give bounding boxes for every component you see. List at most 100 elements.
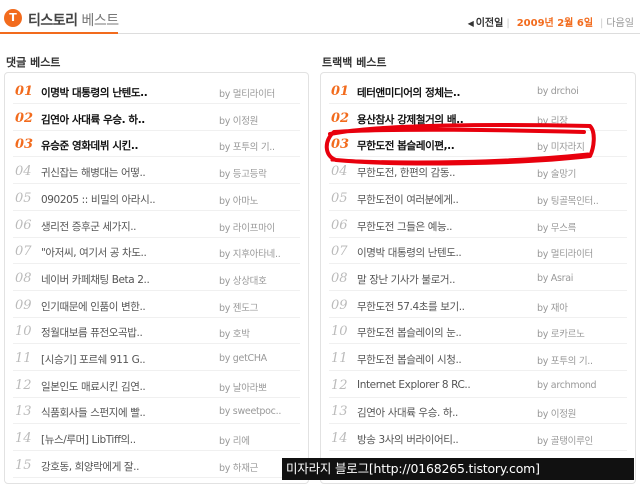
author-link[interactable]: 리에 [233, 436, 250, 447]
author-link[interactable]: getCHA [233, 353, 267, 364]
list-item[interactable]: 13 식품회사들 스펀지에 빨.. by sweetpoc.. [5, 399, 308, 425]
post-title-link[interactable]: 정월대보름 퓨전오곡밥.. [41, 325, 143, 340]
prev-arrow-icon[interactable]: ◀ [468, 19, 474, 28]
list-item[interactable]: 01 테터앤미디어의 정체는.. by drchoi [321, 79, 635, 104]
author-link[interactable]: 미자라지 [551, 142, 585, 153]
list-item[interactable]: 08 말 장난 기사가 불로거.. by Asrai [321, 266, 635, 291]
post-title-link[interactable]: 말 장난 기사가 불로거.. [357, 272, 455, 287]
post-title-link[interactable]: 인기때문에 인품이 변한.. [41, 299, 146, 314]
list-item[interactable]: 13 김연아 사대륙 우승. 하.. by 이정원 [321, 399, 635, 425]
author-link[interactable]: 팅골목인터.. [551, 196, 599, 207]
list-item[interactable]: 05 090205 :: 비밀의 아라시.. by 아마노 [5, 186, 308, 211]
post-title-link[interactable]: 무한도전, 한편의 감동.. [357, 165, 455, 180]
post-title-link[interactable]: [뉴스/루머] LibTiff의.. [41, 432, 136, 447]
author-link[interactable]: 젠도그 [233, 303, 259, 314]
author-link[interactable]: 하재근 [233, 463, 259, 474]
author-link[interactable]: 재아 [551, 303, 568, 314]
post-title-link[interactable]: 무한도전 57.4초를 보기.. [357, 299, 465, 314]
post-title-link[interactable]: 용산참사 강제철거의 배.. [357, 112, 464, 127]
post-author: by 리에 [219, 433, 250, 447]
list-item[interactable]: 01 이명박 대통령의 난텐도.. by 멀티라이터 [5, 79, 308, 104]
list-item[interactable]: 10 정월대보름 퓨전오곡밥.. by 호박 [5, 319, 308, 345]
author-link[interactable]: 멀티라이터 [233, 89, 276, 100]
list-item[interactable]: 03 유승준 영화데뷔 시킨.. by 포투의 기.. [5, 132, 308, 158]
rank-number: 07 [331, 244, 348, 260]
author-link[interactable]: 호박 [233, 329, 250, 340]
list-item[interactable]: 09 무한도전 57.4초를 보기.. by 재아 [321, 293, 635, 318]
author-link[interactable]: 무스륵 [551, 223, 577, 234]
row-divider [329, 156, 627, 158]
author-link[interactable]: archmond [551, 380, 597, 391]
post-title-link[interactable]: 김연아 사대륙 우승. 하.. [357, 405, 458, 420]
post-title-link[interactable]: 무한도전 그들은 예능.. [357, 219, 452, 234]
author-link[interactable]: 이정원 [551, 409, 577, 420]
author-link[interactable]: 리장 [551, 116, 568, 127]
list-item[interactable]: 12 Internet Explorer 8 RC.. by archmond [321, 373, 635, 398]
row-divider [13, 316, 300, 318]
author-link[interactable]: 라이프마이 [233, 223, 276, 234]
author-link[interactable]: Asrai [551, 273, 574, 284]
post-author: by 멀티라이터 [219, 86, 275, 100]
list-item[interactable]: 09 인기때문에 인품이 변한.. by 젠도그 [5, 293, 308, 318]
list-item[interactable]: 10 무한도전 봅슬레이의 눈.. by 로카르노 [321, 319, 635, 345]
post-title-link[interactable]: 무한도전 봅슬레이의 눈.. [357, 325, 462, 340]
post-title-link[interactable]: 무한도전 봅슬레이 시청.. [357, 352, 462, 367]
author-link[interactable]: 지후아타네.. [233, 249, 281, 260]
list-item[interactable]: 04 무한도전, 한편의 감동.. by 술망기 [321, 159, 635, 185]
author-link[interactable]: 등고등락 [233, 169, 267, 180]
author-link[interactable]: 골탱이루인 [551, 436, 594, 447]
comment-best-list: 01 이명박 대통령의 난텐도.. by 멀티라이터 02 김연아 사대륙 우승. 하.… [4, 72, 309, 484]
post-title-link[interactable]: 생리전 증후군 세가지.. [41, 219, 136, 234]
author-link[interactable]: 아마노 [233, 196, 259, 207]
author-link[interactable]: drchoi [551, 86, 579, 97]
list-item[interactable]: 15 강호동, 희양락에게 잘.. by 하재근 [5, 453, 308, 478]
author-link[interactable]: 술망기 [551, 169, 577, 180]
tistory-logo-icon[interactable]: T [4, 9, 22, 27]
post-title-link[interactable]: 네이버 카페채팅 Beta 2.. [41, 272, 150, 287]
author-link[interactable]: 상상대호 [233, 276, 267, 287]
author-link[interactable]: 멀티라이터 [551, 249, 594, 260]
post-title-link[interactable]: 무한도전이 여러분에게.. [357, 192, 459, 207]
by-label: by [219, 406, 231, 418]
post-title-link[interactable]: 일본인도 매료시킨 김연.. [41, 379, 146, 394]
author-link[interactable]: 포투의 기.. [233, 142, 275, 153]
page-title-sub: 베스트 [77, 13, 119, 29]
author-link[interactable]: 포투의 기.. [551, 356, 593, 367]
post-title-link[interactable]: "아저씨, 여기서 공 차도.. [41, 245, 147, 260]
list-item[interactable]: 06 생리전 증후군 세가지.. by 라이프마이 [5, 213, 308, 238]
post-title-link[interactable]: 유승준 영화데뷔 시킨.. [41, 138, 138, 153]
list-item[interactable]: 08 네이버 카페채팅 Beta 2.. by 상상대호 [5, 266, 308, 291]
next-day-link[interactable]: 다음일 [606, 18, 634, 29]
list-item[interactable]: 07 이명박 대통령의 난텐도.. by 멀티라이터 [321, 239, 635, 265]
list-item[interactable]: 05 무한도전이 여러분에게.. by 팅골목인터.. [321, 186, 635, 211]
post-title-link[interactable]: 식품회사들 스펀지에 빨.. [41, 405, 146, 420]
list-item[interactable]: 12 일본인도 매료시킨 김연.. by 날아라뽀 [5, 373, 308, 398]
list-item[interactable]: 04 귀신잡는 해병대는 어떻.. by 등고등락 [5, 159, 308, 185]
post-title-link[interactable]: 이명박 대통령의 난텐도.. [357, 245, 462, 260]
post-title-link[interactable]: 방송 3사의 버라이어티.. [357, 432, 459, 447]
post-title-link[interactable]: 귀신잡는 해병대는 어떻.. [41, 165, 146, 180]
post-title-link[interactable]: 090205 :: 비밀의 아라시.. [41, 192, 156, 207]
post-title-link[interactable]: 이명박 대통령의 난텐도.. [41, 85, 148, 100]
list-item[interactable]: 07 "아저씨, 여기서 공 차도.. by 지후아타네.. [5, 239, 308, 265]
list-item[interactable]: 14 방송 3사의 버라이어티.. by 골탱이루인 [321, 426, 635, 452]
post-title-link[interactable]: [시승기] 포르쉐 911 G.. [41, 352, 146, 367]
prev-day-link[interactable]: 이전일 [476, 18, 504, 29]
post-title-link[interactable]: 무한도전 봅슬레이편,.. [357, 138, 455, 153]
rank-number: 04 [15, 164, 32, 180]
post-title-link[interactable]: 강호동, 희양락에게 잘.. [41, 459, 139, 474]
author-link[interactable]: 로카르노 [551, 329, 585, 340]
author-link[interactable]: 날아라뽀 [233, 383, 267, 394]
list-item[interactable]: 06 무한도전 그들은 예능.. by 무스륵 [321, 213, 635, 238]
list-item[interactable]: 14 [뉴스/루머] LibTiff의.. by 리에 [5, 426, 308, 452]
list-item[interactable]: 03 무한도전 봅슬레이편,.. by 미자라지 [321, 132, 635, 158]
post-title-link[interactable]: Internet Explorer 8 RC.. [357, 379, 471, 391]
author-link[interactable]: sweetpoc.. [233, 406, 282, 417]
list-item[interactable]: 11 무한도전 봅슬레이 시청.. by 포투의 기.. [321, 346, 635, 371]
author-link[interactable]: 이정원 [233, 116, 259, 127]
list-item[interactable]: 11 [시승기] 포르쉐 911 G.. by getCHA [5, 346, 308, 371]
list-item[interactable]: 02 김연아 사대륙 우승. 하.. by 이정원 [5, 106, 308, 131]
post-title-link[interactable]: 테터앤미디어의 정체는.. [357, 85, 460, 100]
post-title-link[interactable]: 김연아 사대륙 우승. 하.. [41, 112, 145, 127]
list-item[interactable]: 02 용산참사 강제철거의 배.. by 리장 [321, 106, 635, 131]
